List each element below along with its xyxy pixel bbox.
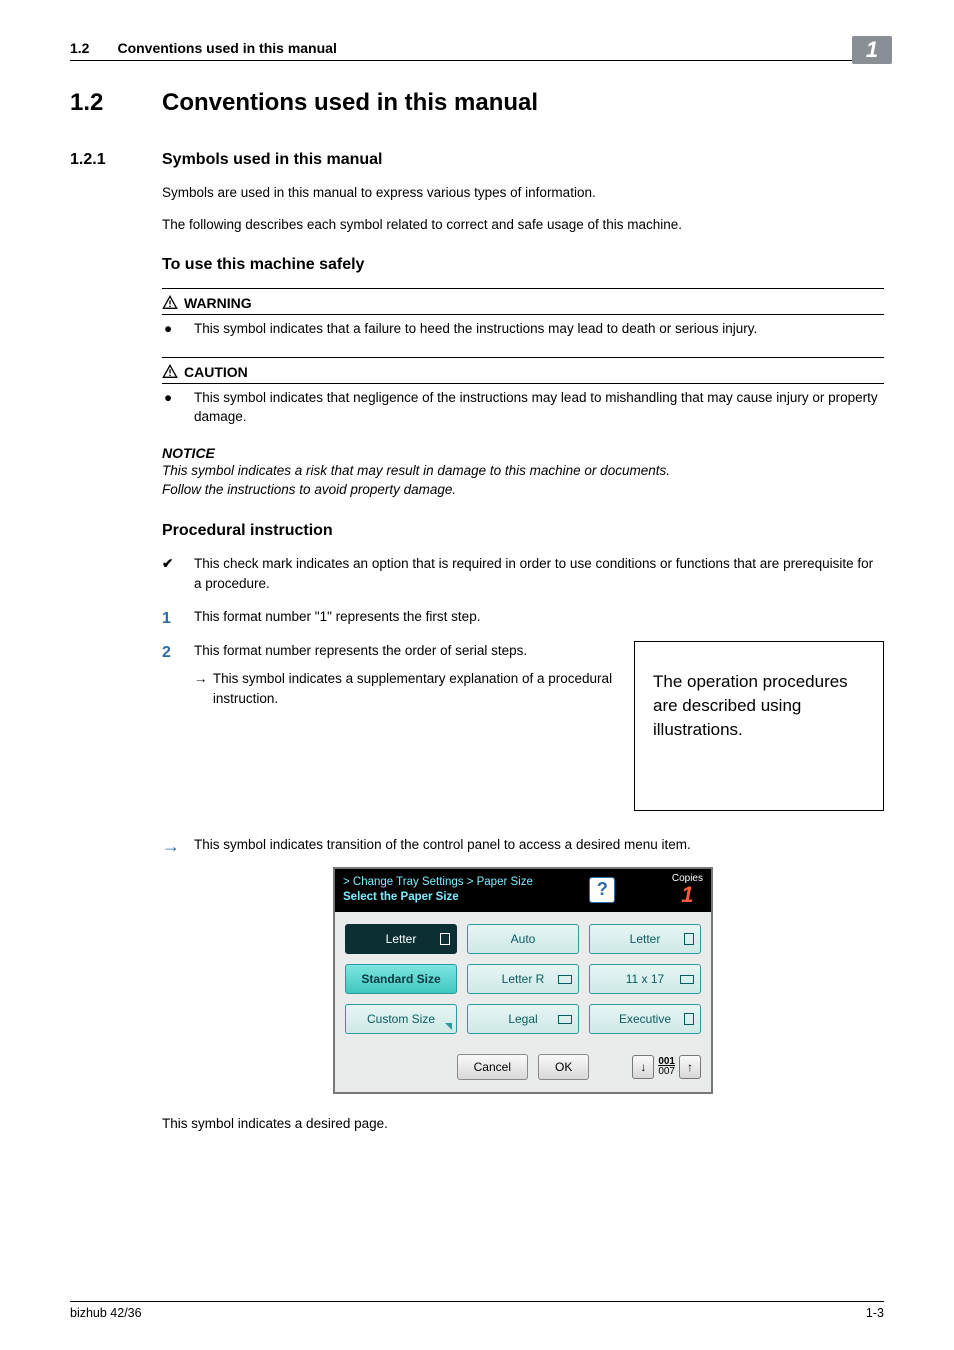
help-icon[interactable]: ?	[589, 877, 615, 903]
warning-label: WARNING	[184, 295, 252, 311]
checkmark-text: This check mark indicates an option that…	[194, 554, 884, 593]
page-indicator: 001 007	[658, 1057, 675, 1077]
panel-option-auto[interactable]: Auto	[467, 924, 579, 954]
intro-para-2: The following describes each symbol rela…	[162, 215, 884, 235]
page-down-button[interactable]: ↓	[632, 1055, 654, 1079]
step-number-1: 1	[162, 607, 194, 631]
arrow-right-icon: →	[162, 837, 194, 855]
cancel-button[interactable]: Cancel	[457, 1054, 528, 1080]
ok-button[interactable]: OK	[538, 1054, 589, 1080]
panel-option-letter-portrait-2[interactable]: Letter	[589, 924, 701, 954]
safely-heading: To use this machine safely	[162, 256, 884, 274]
step-text-2: This format number represents the order …	[194, 641, 614, 665]
illustration-note-text: The operation procedures are described u…	[653, 672, 848, 739]
notice-line-2: Follow the instructions to avoid propert…	[162, 480, 884, 500]
page-up-button[interactable]: ↑	[679, 1055, 701, 1079]
illustration-note-box: The operation procedures are described u…	[634, 641, 884, 811]
h2-number: 1.2.1	[70, 151, 162, 169]
caution-triangle-icon	[162, 364, 178, 380]
footer-product: bizhub 42/36	[70, 1306, 142, 1320]
bullet-icon: ●	[162, 319, 194, 339]
desired-page-text: This symbol indicates a desired page.	[162, 1114, 884, 1134]
panel-option-letter-portrait[interactable]: Letter	[345, 924, 457, 954]
notice-label: NOTICE	[162, 445, 884, 461]
notice-line-1: This symbol indicates a risk that may re…	[162, 461, 884, 481]
caution-label: CAUTION	[184, 364, 248, 380]
panel-option-standard-size[interactable]: Standard Size	[345, 964, 457, 994]
caution-text: This symbol indicates that negligence of…	[194, 388, 884, 427]
caution-block: CAUTION ● This symbol indicates that neg…	[162, 357, 884, 427]
control-panel-screenshot: > Change Tray Settings > Paper Size Sele…	[333, 867, 713, 1094]
header-section-number: 1.2	[70, 40, 89, 56]
warning-text: This symbol indicates that a failure to …	[194, 319, 884, 339]
panel-option-custom-size[interactable]: Custom Size	[345, 1004, 457, 1034]
arrow-right-icon: →	[194, 669, 213, 708]
panel-option-letter-r[interactable]: Letter R	[467, 964, 579, 994]
panel-breadcrumb: > Change Tray Settings > Paper Size	[343, 875, 533, 889]
header-section-title: Conventions used in this manual	[117, 40, 884, 56]
panel-option-legal[interactable]: Legal	[467, 1004, 579, 1034]
panel-instruction: Select the Paper Size	[343, 890, 533, 904]
intro-para-1: Symbols are used in this manual to expre…	[162, 183, 884, 203]
footer-page: 1-3	[866, 1306, 884, 1320]
warning-triangle-icon	[162, 295, 178, 311]
transition-text: This symbol indicates transition of the …	[194, 837, 691, 852]
procedural-heading: Procedural instruction	[162, 522, 884, 540]
panel-option-executive[interactable]: Executive	[589, 1004, 701, 1034]
checkmark-icon: ✔	[162, 554, 194, 593]
h2-title: Symbols used in this manual	[162, 151, 383, 169]
h1-number: 1.2	[70, 89, 162, 117]
step-2-sub: This symbol indicates a supplementary ex…	[213, 669, 614, 708]
bullet-icon: ●	[162, 388, 194, 427]
copies-value: 1	[672, 884, 703, 906]
chapter-badge: 1	[852, 36, 892, 64]
step-text-1: This format number "1" represents the fi…	[194, 607, 884, 631]
h1-title: Conventions used in this manual	[162, 89, 538, 117]
step-number-2: 2	[162, 641, 194, 665]
panel-option-11x17[interactable]: 11 x 17	[589, 964, 701, 994]
warning-block: WARNING ● This symbol indicates that a f…	[162, 288, 884, 339]
